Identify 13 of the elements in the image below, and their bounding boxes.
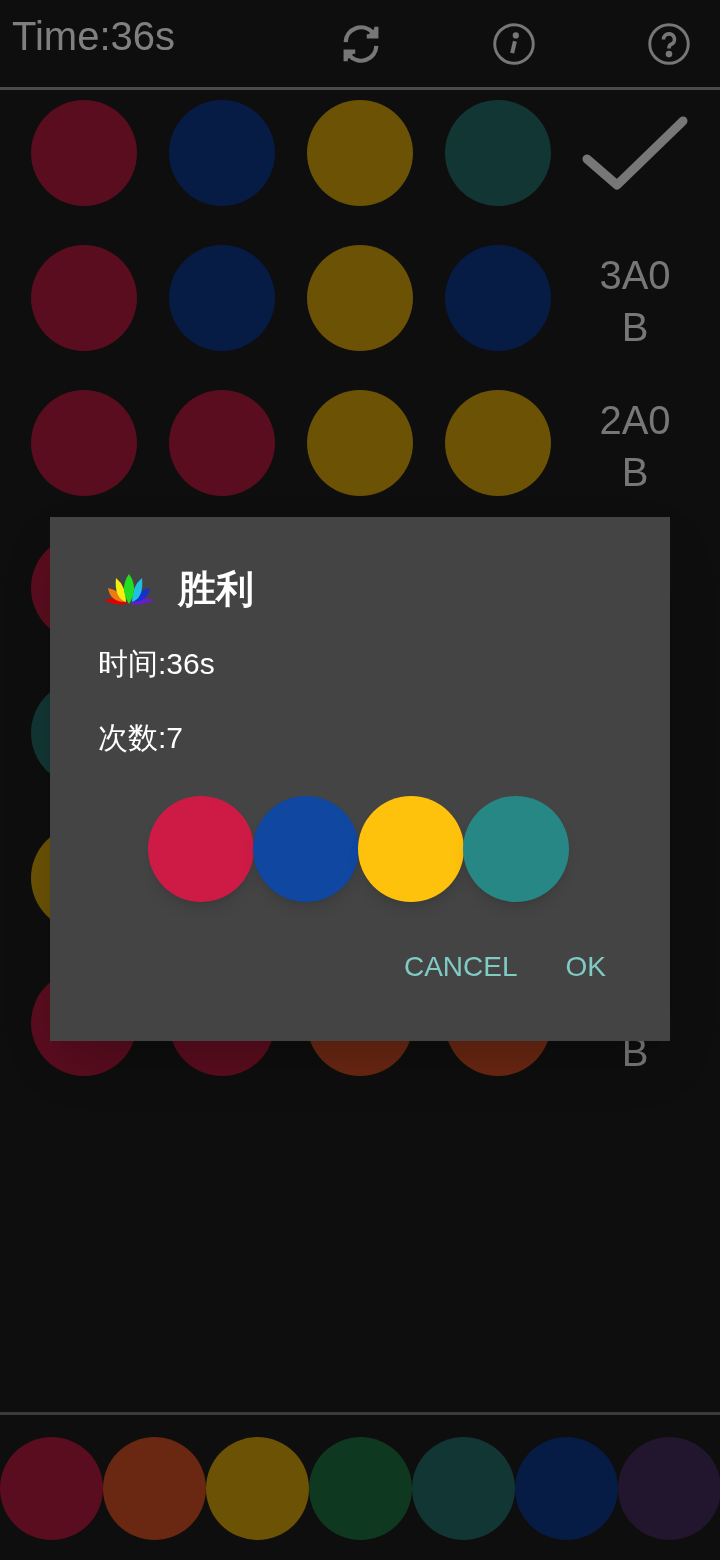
timer-text: Time:36s <box>12 12 176 60</box>
hint-text: 3A0 <box>599 252 671 299</box>
dialog-text: 次数:7 <box>98 720 185 756</box>
hint-text: 2A0 <box>599 397 671 444</box>
dialog-button[interactable]: OK <box>551 938 620 996</box>
check-icon[interactable] <box>581 115 689 191</box>
help-icon[interactable] <box>647 21 691 66</box>
dialog-text: 时间:36s <box>98 646 216 682</box>
dialog-title: 胜利 <box>178 567 254 612</box>
hint-text: B <box>621 449 649 496</box>
dialog-button[interactable]: CANCEL <box>389 938 532 996</box>
hint-text: B <box>621 304 649 351</box>
info-icon[interactable] <box>492 21 536 66</box>
